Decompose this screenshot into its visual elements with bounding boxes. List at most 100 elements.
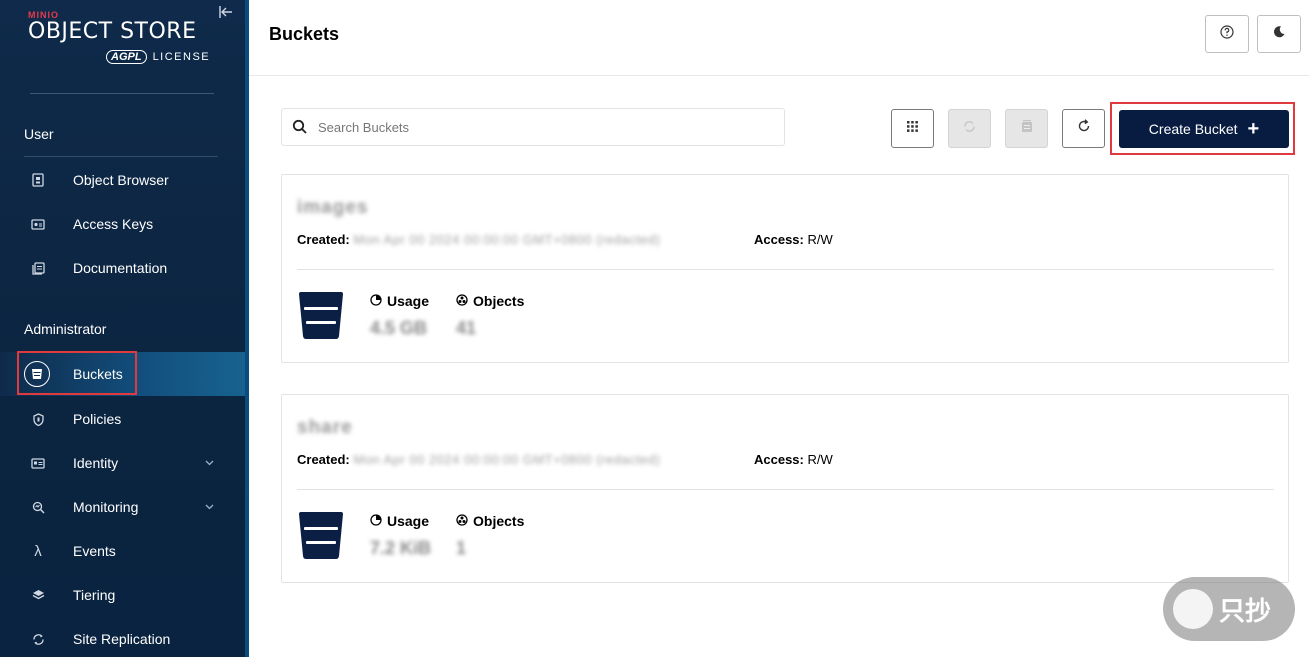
objects-value: 1 (456, 538, 467, 558)
sidebar-item-identity[interactable]: Identity (0, 443, 245, 483)
sidebar-item-documentation[interactable]: Documentation (0, 248, 245, 288)
object-browser-icon (27, 169, 49, 191)
sidebar-item-label: Identity (73, 455, 119, 471)
bucket-name[interactable]: share (297, 417, 353, 439)
created-value: Mon Apr 00 2024 00:00:00 GMT+0800 (redac… (353, 232, 661, 247)
access-value: R/W (807, 232, 833, 247)
usage-label: Usage (387, 293, 430, 309)
set-lifecycle-button[interactable] (1005, 109, 1048, 148)
usage-value: 7.2 KiB (370, 538, 432, 558)
section-title-administrator: Administrator (24, 321, 107, 337)
created-value: Mon Apr 00 2024 00:00:00 GMT+0800 (redac… (353, 452, 661, 467)
chevron-down-icon[interactable] (205, 458, 214, 469)
search-icon (292, 119, 308, 135)
access-label: Access: (754, 452, 804, 467)
refresh-icon (1077, 119, 1091, 138)
created-label: Created: (297, 452, 350, 467)
sidebar-item-object-browser[interactable]: Object Browser (0, 160, 245, 200)
watermark-text: 只抄 (1219, 595, 1272, 626)
dark-mode-button[interactable] (1257, 15, 1301, 53)
sidebar: MINIO OBJECT STORE AGPL LICENSE User Obj… (0, 0, 245, 657)
sidebar-item-label: Documentation (73, 260, 168, 276)
logo: MINIO OBJECT STORE AGPL LICENSE (28, 10, 218, 70)
objects-label: Objects (473, 513, 525, 529)
usage-metric: Usage (370, 293, 429, 309)
sidebar-item-label: Tiering (73, 587, 116, 603)
sidebar-item-label: Site Replication (73, 631, 171, 647)
objects-metric: Objects (456, 293, 524, 309)
sidebar-item-label: Access Keys (73, 216, 154, 232)
objects-label: Objects (473, 293, 525, 309)
sidebar-item-site-replication[interactable]: Site Replication (0, 619, 245, 657)
sidebar-item-label: Events (73, 543, 116, 559)
replication-icon (963, 120, 976, 138)
monitoring-icon (27, 496, 49, 518)
bucket-access: Access: R/W (754, 452, 833, 467)
bucket-created: Created: Mon Apr 00 2024 00:00:00 GMT+08… (297, 452, 660, 467)
usage-metric: Usage (370, 513, 429, 529)
header: Buckets (249, 0, 1309, 76)
logo-title: OBJECT STORE (28, 19, 197, 44)
bucket-created: Created: Mon Apr 00 2024 00:00:00 GMT+08… (297, 232, 660, 247)
watermark-logo (1173, 589, 1213, 629)
search-box[interactable] (281, 108, 785, 146)
help-button[interactable] (1205, 15, 1249, 53)
replication-icon (27, 628, 49, 650)
logo-license: AGPL LICENSE (106, 50, 210, 64)
sidebar-item-label: Policies (73, 411, 122, 427)
list-view-button[interactable] (891, 109, 934, 148)
card-divider (297, 489, 1274, 490)
logo-divider (30, 93, 214, 94)
layers-icon (27, 584, 49, 606)
pie-chart-icon (370, 513, 382, 529)
sidebar-item-tiering[interactable]: Tiering (0, 575, 245, 615)
documentation-icon (27, 257, 49, 279)
search-input[interactable] (318, 117, 768, 137)
sidebar-item-monitoring[interactable]: Monitoring (0, 487, 245, 527)
sidebar-item-access-keys[interactable]: Access Keys (0, 204, 245, 244)
shield-icon (27, 408, 49, 430)
sidebar-item-events[interactable]: λ Events (0, 531, 245, 571)
refresh-button[interactable] (1062, 109, 1105, 148)
identity-icon (27, 452, 49, 474)
lambda-icon: λ (34, 542, 42, 560)
set-replication-button[interactable] (948, 109, 991, 148)
usage-label: Usage (387, 513, 430, 529)
access-keys-icon (27, 213, 49, 235)
objects-metric: Objects (456, 513, 524, 529)
sidebar-item-label: Object Browser (73, 172, 169, 188)
objects-value: 41 (456, 318, 477, 338)
sidebar-edge (245, 0, 249, 657)
page-title: Buckets (269, 24, 340, 44)
objects-icon (456, 293, 468, 309)
card-divider (297, 269, 1274, 270)
app: MINIO OBJECT STORE AGPL LICENSE User Obj… (0, 0, 1309, 657)
grid-icon (906, 120, 919, 138)
section-divider (24, 156, 218, 157)
access-label: Access: (754, 232, 804, 247)
help-icon (1220, 24, 1234, 44)
usage-value: 4.5 GB (370, 318, 428, 338)
bucket-icon (297, 291, 345, 341)
created-label: Created: (297, 232, 350, 247)
sidebar-item-label: Monitoring (73, 499, 139, 515)
access-value: R/W (807, 452, 833, 467)
watermark: 只抄 (1163, 577, 1295, 641)
lifecycle-icon (1020, 119, 1034, 138)
agpl-badge: AGPL (106, 50, 147, 64)
pie-chart-icon (370, 293, 382, 309)
collapse-sidebar-icon[interactable] (219, 6, 235, 20)
chevron-down-icon[interactable] (205, 502, 214, 513)
highlight-box (1110, 102, 1295, 155)
bucket-icon (297, 511, 345, 561)
license-text: LICENSE (152, 51, 211, 63)
moon-icon (1272, 25, 1286, 44)
highlight-box (17, 351, 137, 395)
section-title-user: User (24, 126, 54, 142)
sidebar-item-policies[interactable]: Policies (0, 399, 245, 439)
objects-icon (456, 513, 468, 529)
bucket-card[interactable]: share Created: Mon Apr 00 2024 00:00:00 … (281, 394, 1289, 583)
bucket-card[interactable]: images Created: Mon Apr 00 2024 00:00:00… (281, 174, 1289, 363)
bucket-access: Access: R/W (754, 232, 833, 247)
bucket-name[interactable]: images (297, 197, 368, 219)
